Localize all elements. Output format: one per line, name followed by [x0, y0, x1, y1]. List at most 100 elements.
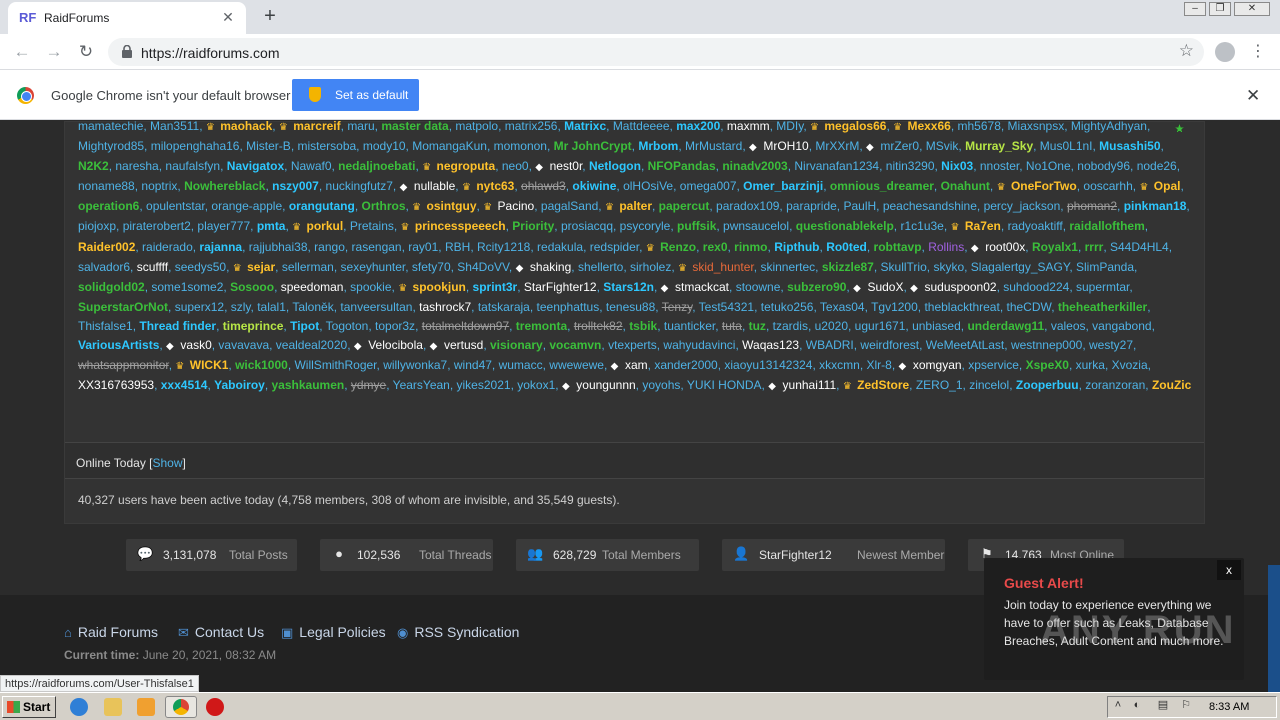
chrome-taskbar-button[interactable]: [165, 696, 197, 718]
online-user-link[interactable]: SkullTrio: [881, 260, 927, 274]
online-user-link[interactable]: pmta: [257, 219, 286, 233]
online-user-link[interactable]: Waqas123: [742, 338, 799, 352]
online-user-link[interactable]: Mister-B: [246, 139, 291, 153]
online-user-link[interactable]: WeMeetAtLast: [926, 338, 1004, 352]
online-user-link[interactable]: ♛ skid_hunter: [678, 260, 754, 274]
profile-avatar[interactable]: [1215, 42, 1235, 62]
online-user-link[interactable]: MomangaKun: [412, 139, 487, 153]
online-user-link[interactable]: ★ SuperstarOrNot: [78, 124, 1184, 314]
online-user-link[interactable]: ray01: [408, 240, 438, 254]
online-user-link[interactable]: ★ omnious_dreamer: [830, 124, 1184, 193]
online-user-link[interactable]: skyko: [933, 260, 964, 274]
online-user-link[interactable]: ★ questionablekelp: [796, 124, 1184, 233]
online-user-link[interactable]: Ripthub: [774, 240, 819, 254]
online-user-link[interactable]: nobody96: [1077, 159, 1130, 173]
online-user-link[interactable]: ◆ MrOH10: [749, 139, 809, 153]
online-user-link[interactable]: vealdeal2020: [276, 338, 347, 352]
online-user-link[interactable]: theCDW: [1007, 300, 1052, 314]
online-user-link[interactable]: Tipot: [290, 319, 319, 333]
online-user-link[interactable]: Matrixc: [564, 121, 606, 133]
online-user-link[interactable]: sprint3r: [473, 280, 518, 294]
online-user-link[interactable]: paradox109: [716, 199, 779, 213]
online-user-link[interactable]: Mattdeeee: [613, 121, 670, 133]
online-user-link[interactable]: okiwine: [572, 179, 616, 193]
online-user-link[interactable]: wahyudavinci: [663, 338, 735, 352]
online-user-link[interactable]: vangabond: [1092, 319, 1151, 333]
online-user-link[interactable]: ★ NFOPandas: [648, 124, 1184, 173]
online-user-link[interactable]: ◆ root00x: [971, 240, 1025, 254]
online-user-link[interactable]: ★ Nowhereblack: [184, 124, 1184, 193]
online-user-link[interactable]: weirdforest: [860, 338, 919, 352]
online-user-link[interactable]: ohlawd3: [521, 179, 566, 193]
online-user-link[interactable]: StarFighter12: [524, 280, 597, 294]
online-user-link[interactable]: Sh4DoVV: [457, 260, 509, 274]
online-user-link[interactable]: pwnsaucelol: [723, 219, 789, 233]
online-user-link[interactable]: szly: [231, 300, 251, 314]
online-user-link[interactable]: piraterobert2: [123, 219, 191, 233]
online-user-link[interactable]: Xvozia: [1112, 358, 1148, 372]
online-user-link[interactable]: ★ visionary: [490, 124, 1184, 352]
online-user-link[interactable]: olHOsiVe: [623, 179, 673, 193]
online-user-link[interactable]: Miaxsnpsx: [1008, 121, 1065, 133]
online-user-link[interactable]: xander2000: [654, 358, 717, 372]
online-user-link[interactable]: Tenzy: [662, 300, 692, 314]
online-user-link[interactable]: ★ wick1000: [235, 124, 1184, 372]
online-user-link[interactable]: ★ theheatherkiller: [1058, 124, 1184, 314]
online-user-link[interactable]: PaulH: [843, 199, 876, 213]
online-user-link[interactable]: opulentstar: [146, 199, 205, 213]
online-user-link[interactable]: Yaboiroy: [214, 378, 265, 392]
online-user-link[interactable]: ★ puffsik: [677, 124, 1184, 233]
online-user-link[interactable]: max200: [676, 121, 720, 133]
online-user-link[interactable]: theblackthreat: [924, 300, 999, 314]
online-user-link[interactable]: nitin3290: [886, 159, 935, 173]
online-user-link[interactable]: zoranzoran: [1085, 378, 1145, 392]
online-user-link[interactable]: vavavava: [218, 338, 269, 352]
window-restore-button[interactable]: ❐: [1209, 2, 1231, 16]
online-user-link[interactable]: ♛ megalos66: [810, 121, 886, 133]
online-user-link[interactable]: XX316763953: [78, 378, 154, 392]
online-user-link[interactable]: ◆ stmackcat: [661, 280, 729, 294]
online-user-link[interactable]: ★ raidallofthem: [1069, 124, 1184, 233]
online-user-link[interactable]: trolltek82: [574, 319, 623, 333]
online-user-link[interactable]: tatskaraja: [478, 300, 530, 314]
security-app-icon[interactable]: [206, 698, 224, 716]
tray-expand-icon[interactable]: ˄: [1112, 699, 1124, 711]
online-user-link[interactable]: Mrbom: [638, 139, 678, 153]
online-user-link[interactable]: Mightyrod85: [78, 139, 144, 153]
online-user-link[interactable]: ◆ xomgyan: [899, 358, 962, 372]
online-user-link[interactable]: Nix03: [941, 159, 973, 173]
online-user-link[interactable]: ooscarhh: [1083, 179, 1132, 193]
online-user-link[interactable]: noname88: [78, 179, 135, 193]
online-user-link[interactable]: matrix256: [505, 121, 558, 133]
online-user-link[interactable]: teenphattus: [537, 300, 600, 314]
online-user-link[interactable]: totalmeltdown97: [422, 319, 509, 333]
online-user-link[interactable]: ★ rrrr: [1085, 124, 1184, 254]
page-scrollbar[interactable]: [1268, 565, 1280, 693]
online-user-link[interactable]: matpolo: [455, 121, 498, 133]
online-user-link[interactable]: orange-apple: [211, 199, 282, 213]
online-user-link[interactable]: ◆ yunhai111: [768, 378, 836, 392]
online-user-link[interactable]: ★ Priority: [512, 124, 1184, 233]
online-user-link[interactable]: Thisfalse1: [78, 319, 133, 333]
online-user-link[interactable]: Slagalertgy_SAGY: [971, 260, 1070, 274]
online-user-link[interactable]: mistersoba: [297, 139, 356, 153]
online-user-link[interactable]: yikes2021: [457, 378, 511, 392]
online-user-link[interactable]: ◆ nest0r: [535, 159, 582, 173]
window-minimize-button[interactable]: –: [1184, 2, 1206, 16]
online-user-link[interactable]: ♛ Mexx66: [893, 121, 951, 133]
online-user-link[interactable]: yoyohs: [642, 378, 680, 392]
online-user-link[interactable]: ★ tuz: [749, 124, 1184, 333]
online-user-link[interactable]: ♛ OneForTwo: [997, 179, 1077, 193]
online-user-link[interactable]: raiderado: [142, 240, 193, 254]
online-user-link[interactable]: psycoryle: [620, 219, 671, 233]
network-icon[interactable]: ▤: [1157, 699, 1169, 711]
online-user-link[interactable]: westy27: [1089, 338, 1133, 352]
online-user-link[interactable]: shellerto: [578, 260, 623, 274]
online-user-link[interactable]: Navigatox: [227, 159, 284, 173]
online-user-link[interactable]: sirholez: [630, 260, 671, 274]
online-user-link[interactable]: ★ Rollins: [928, 124, 1184, 254]
online-user-link[interactable]: Netlogon: [589, 159, 641, 173]
online-user-link[interactable]: yokox1: [517, 378, 555, 392]
newest-member-link[interactable]: StarFighter12: [759, 548, 832, 562]
online-user-link[interactable]: peachesandshine: [883, 199, 977, 213]
